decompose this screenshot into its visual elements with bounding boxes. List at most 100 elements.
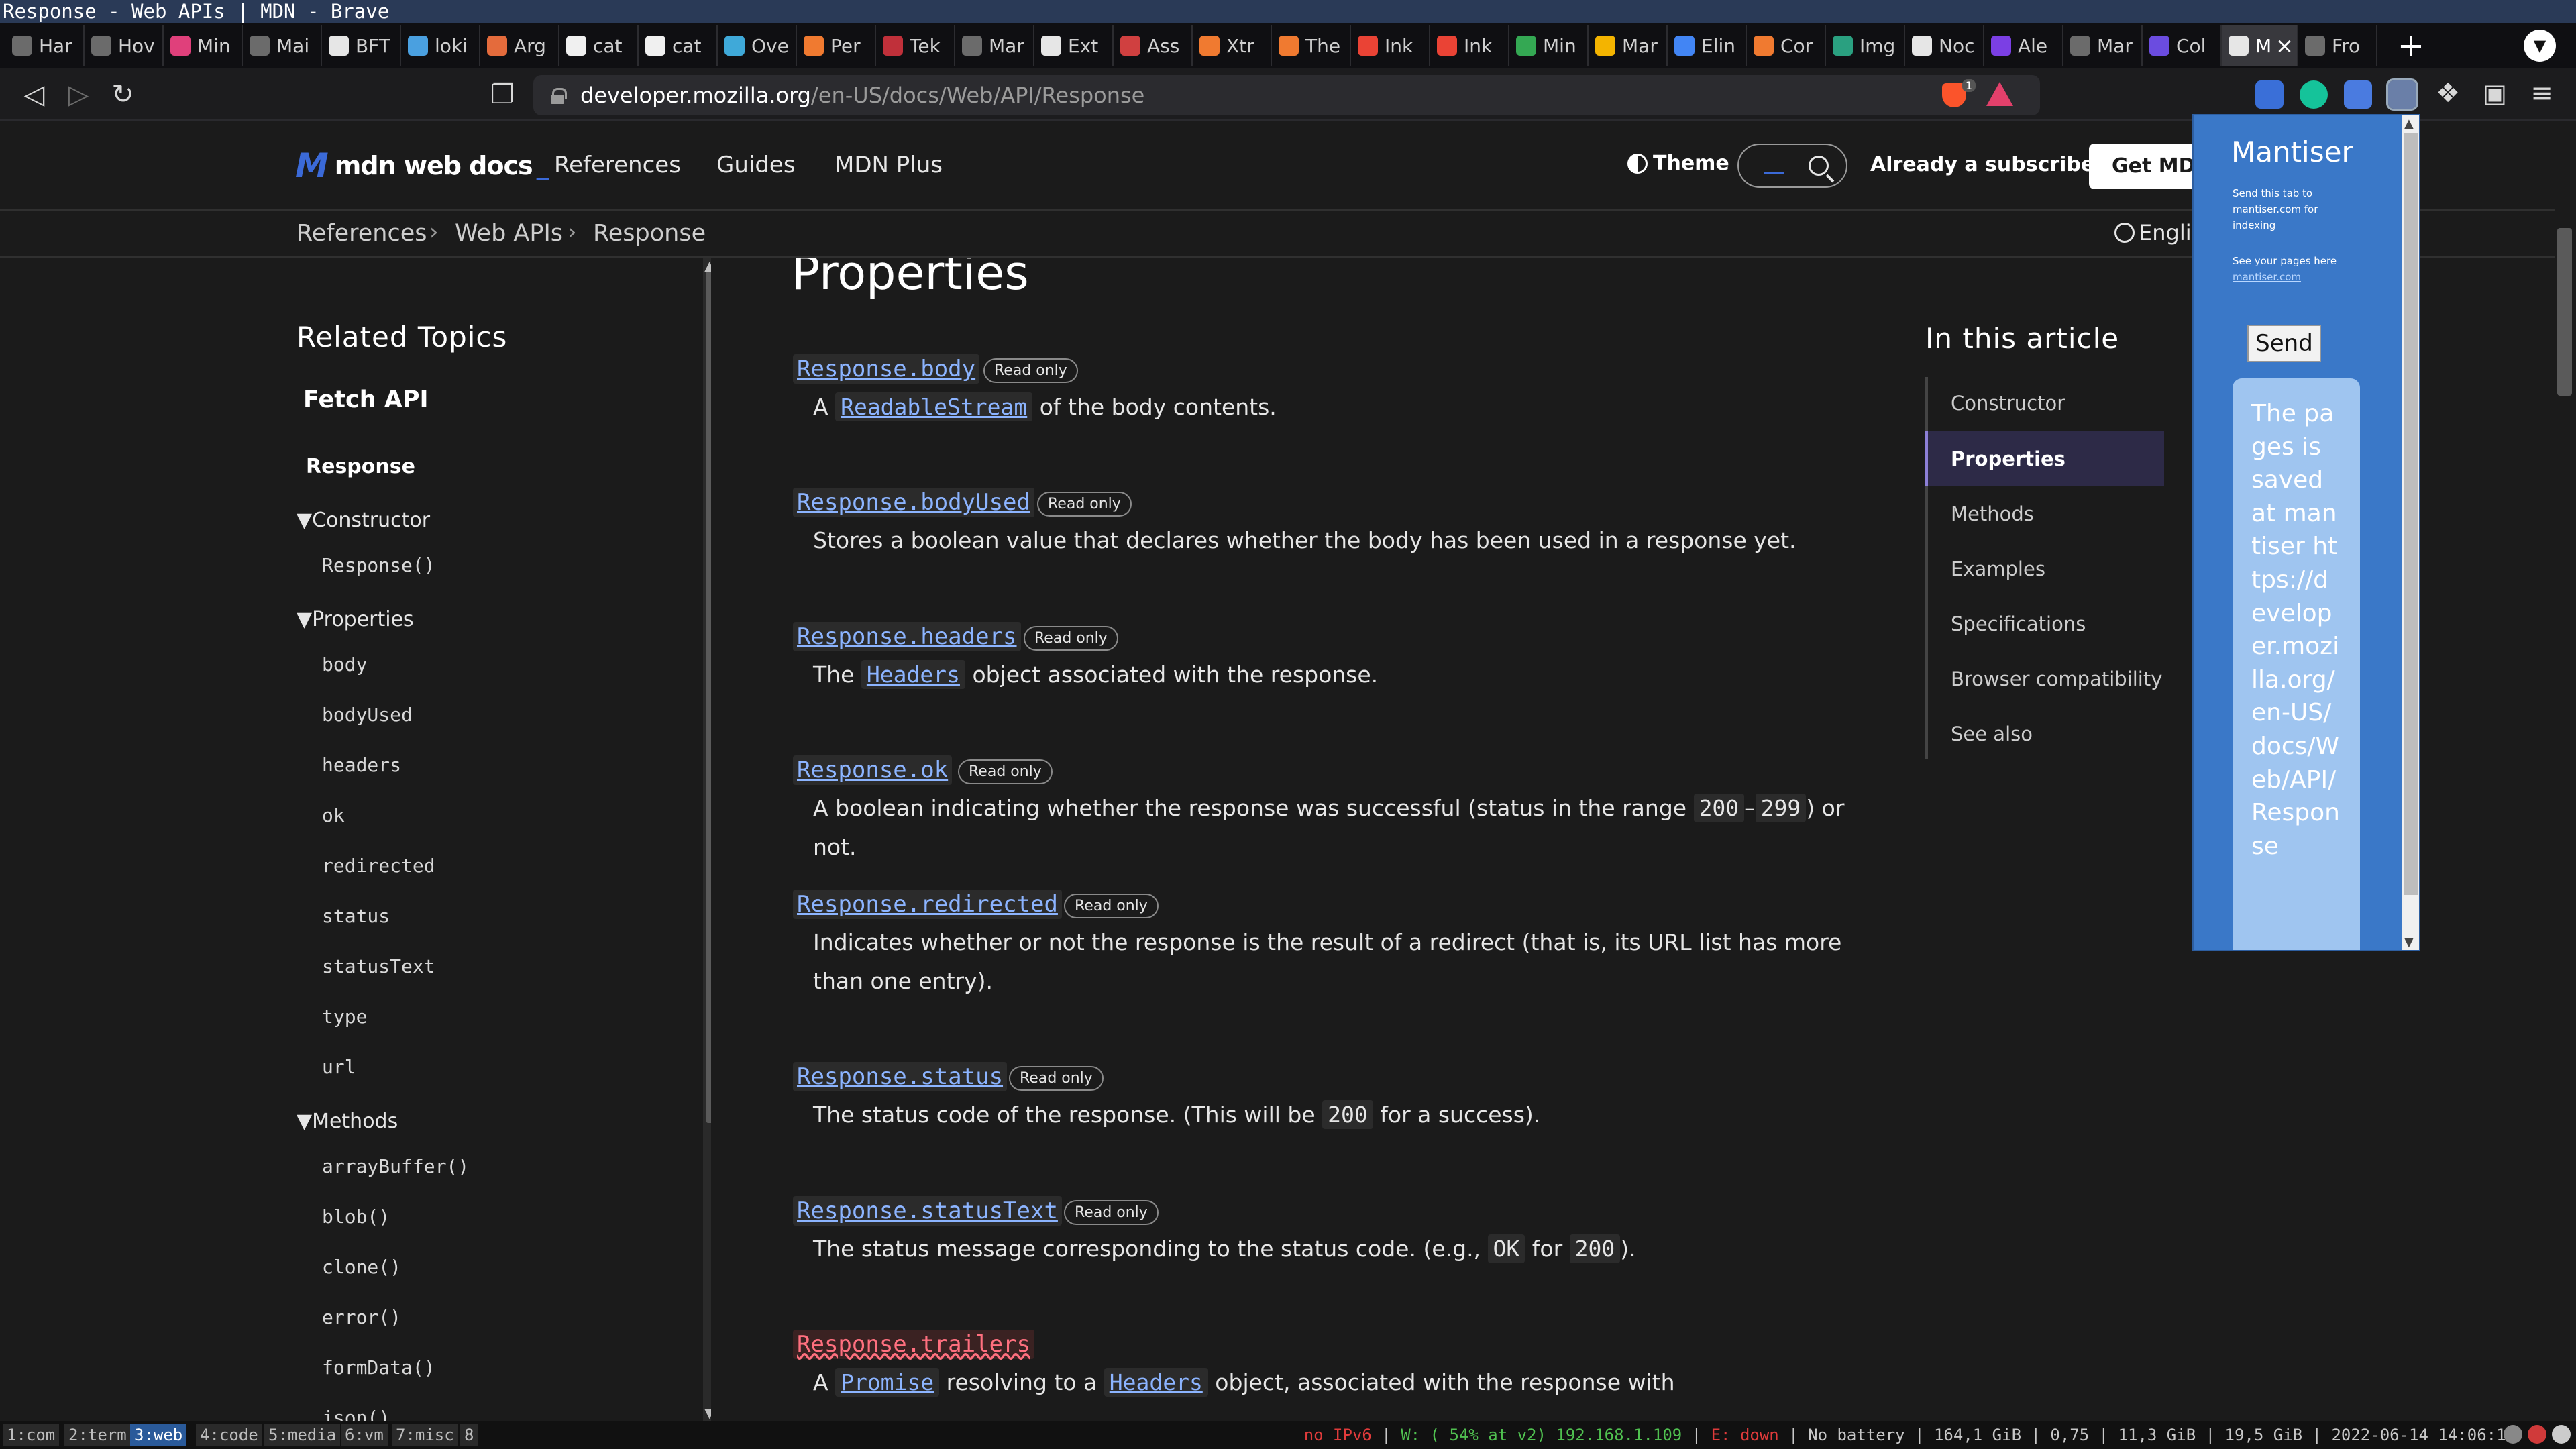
prop-response-body-link[interactable]: Response.body: [793, 354, 980, 384]
tab[interactable]: Har: [5, 25, 85, 66]
tab[interactable]: Cor: [1747, 25, 1826, 66]
sidebar-group-methods[interactable]: ▼Methods: [297, 1110, 398, 1133]
scroll-down-icon[interactable]: ▼: [704, 1405, 711, 1421]
breadcrumb-references[interactable]: References: [297, 220, 427, 247]
sidebar-item[interactable]: type: [322, 1006, 367, 1028]
sidebar-item[interactable]: Response(): [322, 554, 435, 576]
tab[interactable]: Ink: [1351, 25, 1430, 66]
workspace-button[interactable]: 5:media: [264, 1424, 341, 1446]
sidebar-group-constructor[interactable]: ▼Constructor: [297, 508, 430, 532]
mantiser-extension-icon[interactable]: [2386, 78, 2418, 111]
prop-response-redirected-link[interactable]: Response.redirected: [793, 890, 1062, 919]
scroll-up-icon[interactable]: ▲: [2404, 117, 2414, 131]
tab-menu-icon[interactable]: ▼: [2524, 30, 2556, 62]
tab[interactable]: Min: [164, 25, 243, 66]
tab[interactable]: Ale: [1984, 25, 2063, 66]
tab[interactable]: Noc: [1905, 25, 1984, 66]
grammarly-icon[interactable]: [2300, 80, 2328, 109]
wallet-icon[interactable]: ▣: [2478, 76, 2512, 110]
tab[interactable]: Ext: [1034, 25, 1114, 66]
tab[interactable]: Mar: [2063, 25, 2143, 66]
sidebar-api-link[interactable]: Fetch API: [303, 386, 429, 413]
sidebar-item[interactable]: redirected: [322, 855, 435, 877]
sidebar-scrollbar-thumb[interactable]: [706, 271, 711, 1123]
sidebar-item[interactable]: error(): [322, 1306, 401, 1328]
toc-item[interactable]: Methods: [1951, 502, 2034, 525]
tab[interactable]: Hov: [85, 25, 164, 66]
address-bar[interactable]: developer.mozilla.org/en-US/docs/Web/API…: [533, 75, 2040, 115]
sidebar-item[interactable]: json(): [322, 1407, 390, 1421]
workspace-button[interactable]: 4:code: [196, 1424, 262, 1446]
sidebar-item[interactable]: bodyUsed: [322, 704, 413, 726]
prop-response-trailers-link[interactable]: Response.trailers: [793, 1330, 1034, 1359]
tab[interactable]: The: [1272, 25, 1351, 66]
page-scrollbar[interactable]: [2555, 121, 2576, 1421]
promise-link[interactable]: Promise: [835, 1368, 940, 1397]
toc-item-active[interactable]: Properties: [1951, 447, 2065, 470]
prop-response-status-link[interactable]: Response.status: [793, 1062, 1008, 1091]
sidebar-item[interactable]: clone(): [322, 1256, 401, 1278]
tab[interactable]: Elin: [1668, 25, 1747, 66]
sidebar-item[interactable]: url: [322, 1056, 356, 1078]
tab[interactable]: cat: [639, 25, 718, 66]
close-icon[interactable]: ×: [2275, 33, 2294, 58]
sidebar-item[interactable]: status: [322, 905, 390, 927]
sidebar-item[interactable]: formData(): [322, 1356, 435, 1379]
nav-mdn-plus[interactable]: MDN Plus: [835, 152, 943, 178]
sidebar-interface[interactable]: Response: [306, 455, 415, 478]
toc-item[interactable]: See also: [1951, 722, 2033, 745]
toc-item[interactable]: Examples: [1951, 557, 2045, 580]
send-button[interactable]: Send: [2247, 325, 2321, 362]
toc-item[interactable]: Browser compatibility: [1951, 667, 2162, 690]
search-icon[interactable]: [1809, 156, 1829, 176]
nav-guides[interactable]: Guides: [716, 152, 796, 178]
bookmark-icon[interactable]: ❐: [486, 78, 519, 111]
settings-tray-icon[interactable]: [2552, 1425, 2571, 1444]
tab[interactable]: Arg: [480, 25, 559, 66]
sidebar-item[interactable]: body: [322, 653, 367, 676]
tab[interactable]: loki: [401, 25, 480, 66]
nav-references[interactable]: References: [554, 152, 681, 178]
breadcrumb-web-apis[interactable]: Web APIs: [455, 220, 563, 247]
headers-link[interactable]: Headers: [1104, 1368, 1208, 1397]
scroll-down-icon[interactable]: ▼: [2404, 935, 2414, 949]
tab[interactable]: Img: [1826, 25, 1905, 66]
workspace-button[interactable]: 2:term: [64, 1424, 131, 1446]
tab[interactable]: Per: [797, 25, 876, 66]
tab[interactable]: Tek: [876, 25, 955, 66]
back-icon[interactable]: ◁: [17, 78, 51, 111]
extension-shield-icon[interactable]: [2255, 80, 2284, 109]
sidebar-item[interactable]: headers: [322, 754, 401, 776]
notification-tray-icon[interactable]: [2528, 1425, 2546, 1444]
sidebar-item[interactable]: statusText: [322, 955, 435, 977]
workspace-button[interactable]: 6:vm: [341, 1424, 388, 1446]
prop-response-statustext-link[interactable]: Response.statusText: [793, 1196, 1062, 1226]
tab[interactable]: Mar: [955, 25, 1034, 66]
tab-active[interactable]: M ×: [2222, 25, 2298, 66]
headers-link[interactable]: Headers: [861, 660, 965, 689]
tab[interactable]: Col: [2143, 25, 2222, 66]
prop-response-headers-link[interactable]: Response.headers: [793, 622, 1021, 651]
mdn-logo[interactable]: Mmdn web docs _: [295, 146, 549, 185]
tab[interactable]: BFT: [322, 25, 401, 66]
menu-icon[interactable]: ≡: [2525, 76, 2559, 110]
prop-response-bodyused-link[interactable]: Response.bodyUsed: [793, 488, 1034, 517]
workspace-button[interactable]: 7:misc: [392, 1424, 458, 1446]
tab[interactable]: Min: [1509, 25, 1589, 66]
workspace-button[interactable]: 1:com: [3, 1424, 60, 1446]
tab[interactable]: Ass: [1114, 25, 1193, 66]
tab[interactable]: Ink: [1430, 25, 1509, 66]
new-tab-icon[interactable]: +: [2391, 25, 2431, 66]
tab[interactable]: Xtr: [1193, 25, 1272, 66]
prop-response-ok-link[interactable]: Response.ok: [793, 755, 953, 785]
reload-icon[interactable]: ↻: [106, 78, 140, 111]
subscriber-link[interactable]: Already a subscriber?: [1870, 153, 2116, 176]
extensions-puzzle-icon[interactable]: ❖: [2431, 76, 2465, 110]
page-scrollbar-thumb[interactable]: [2557, 228, 2572, 396]
sidebar-item[interactable]: ok: [322, 804, 345, 826]
tab[interactable]: Mai: [243, 25, 322, 66]
theme-button[interactable]: Theme: [1627, 152, 1729, 175]
tab[interactable]: Mar: [1589, 25, 1668, 66]
toc-item[interactable]: Specifications: [1951, 612, 2086, 635]
translate-icon[interactable]: [2344, 80, 2372, 109]
